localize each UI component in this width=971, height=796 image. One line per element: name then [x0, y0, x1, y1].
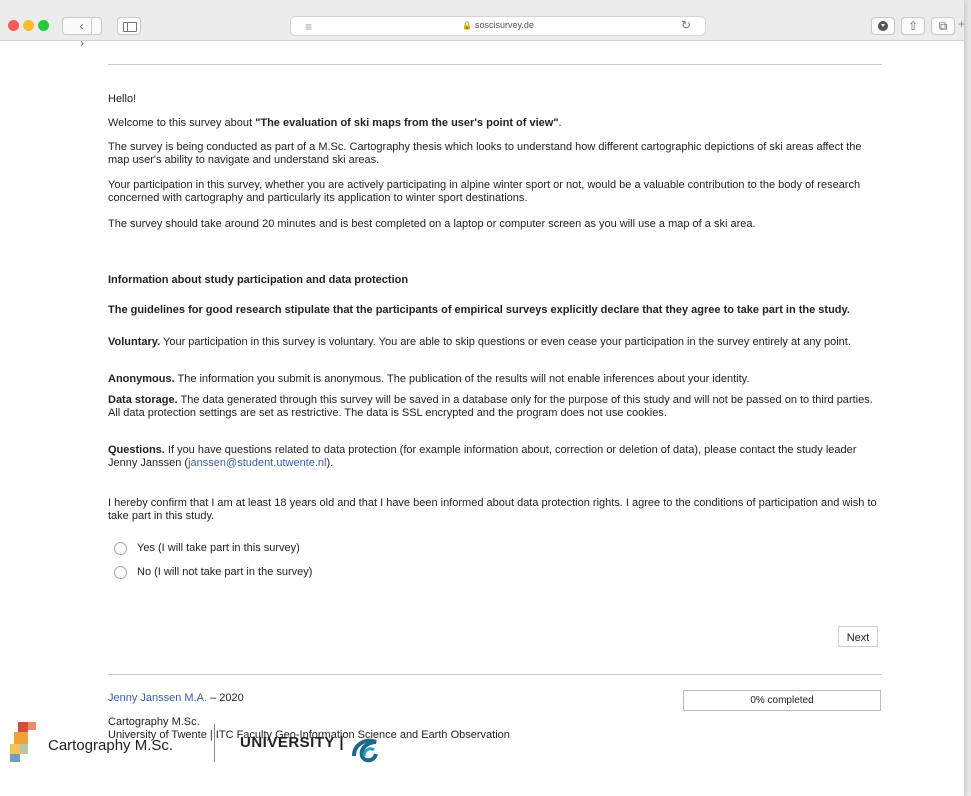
url-text: 🔒 soscisurvey.de — [291, 20, 705, 30]
cartography-logo-text: Cartography M.Sc. — [48, 737, 174, 754]
anonymous-text: Anonymous. The information you submit is… — [108, 373, 750, 385]
consent-no-label: No (I will not take part in the survey) — [137, 566, 313, 578]
welcome-line: Welcome to this survey about "The evalua… — [108, 117, 562, 129]
university-logo-icon — [352, 738, 378, 763]
close-window-button[interactable] — [8, 20, 19, 31]
storage-text: Data storage. The data generated through… — [108, 394, 873, 419]
footer-divider — [108, 674, 882, 675]
back-icon[interactable]: ‹ — [72, 18, 92, 35]
questions-text: Questions. If you have questions related… — [108, 444, 857, 469]
logo-divider — [214, 724, 215, 762]
guidelines-text: The guidelines for good research stipula… — [108, 304, 850, 316]
minimize-window-button[interactable] — [23, 20, 34, 31]
cartography-logo-icon — [10, 722, 36, 762]
greeting: Hello! — [108, 93, 137, 105]
progress-indicator: 0% completed — [683, 690, 881, 711]
reload-icon[interactable]: ↻ — [681, 18, 691, 32]
university-logo-text: UNIVERSITY | — [240, 734, 345, 751]
consent-yes-option[interactable]: Yes (I will take part in this survey) — [114, 542, 300, 555]
download-icon[interactable] — [871, 17, 895, 35]
browser-window: ‹› ≡ 🔒 soscisurvey.de ↻ ⇧ ⧉ + Hello! Welc… — [0, 0, 964, 796]
address-bar[interactable]: ≡ 🔒 soscisurvey.de ↻ — [290, 16, 706, 36]
intro-paragraph-3: The survey should take around 20 minutes… — [108, 218, 756, 230]
intro-paragraph-1: The survey is being conducted as part of… — [108, 141, 862, 166]
browser-toolbar: ‹› ≡ 🔒 soscisurvey.de ↻ ⇧ ⧉ + — [0, 0, 964, 50]
lock-icon: 🔒 — [462, 21, 473, 30]
share-icon[interactable]: ⇧ — [901, 17, 925, 35]
consent-no-option[interactable]: No (I will not take part in the survey) — [114, 566, 312, 579]
new-tab-icon[interactable]: + — [958, 17, 964, 35]
email-link[interactable]: janssen@student.utwente.nl — [188, 457, 326, 469]
footer-logos: Cartography M.Sc. UNIVERSITY | — [10, 710, 430, 763]
intro-paragraph-2: Your participation in this survey, wheth… — [108, 179, 861, 204]
voluntary-text: Voluntary. Your participation in this su… — [108, 336, 851, 348]
tabs-icon[interactable]: ⧉ — [931, 17, 955, 35]
consent-statement: I hereby confirm that I am at least 18 y… — [108, 497, 877, 522]
protection-heading: Information about study participation an… — [108, 274, 409, 286]
nav-button-group: ‹› — [62, 17, 102, 50]
next-button[interactable]: Next — [838, 626, 878, 647]
forward-icon[interactable]: › — [73, 35, 92, 52]
fullscreen-window-button[interactable] — [38, 20, 49, 31]
top-divider — [108, 64, 882, 65]
url-value: soscisurvey.de — [475, 20, 534, 30]
author-link[interactable]: Jenny Janssen M.A. — [108, 692, 207, 704]
consent-yes-label: Yes (I will take part in this survey) — [137, 542, 300, 554]
sidebar-icon[interactable] — [117, 17, 141, 35]
consent-no-radio[interactable] — [114, 566, 127, 579]
survey-title: "The evaluation of ski maps from the use… — [255, 117, 559, 129]
consent-yes-radio[interactable] — [114, 542, 127, 555]
